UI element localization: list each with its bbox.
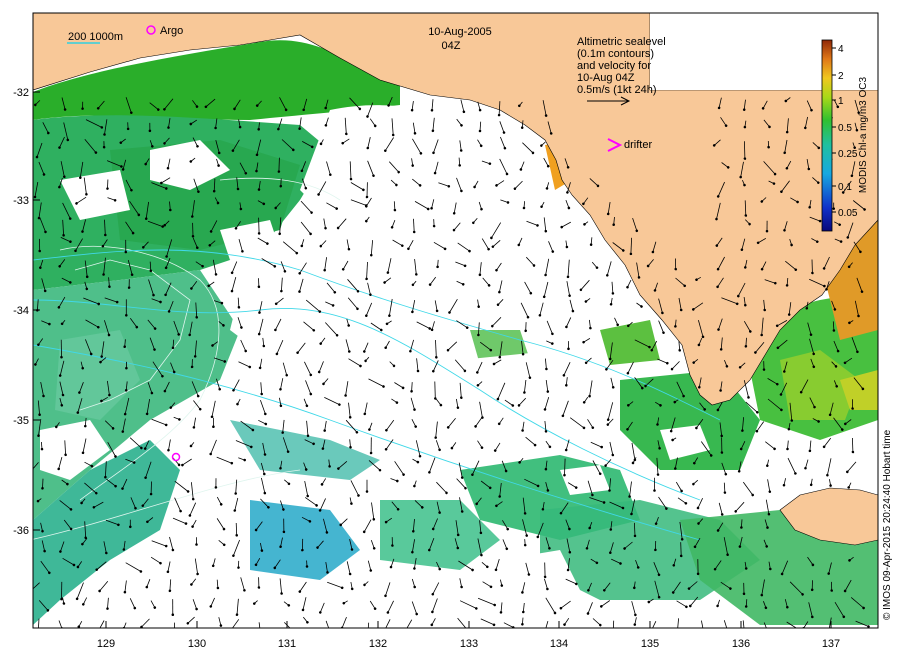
note-line-1: Altimetric sealevel — [577, 36, 666, 48]
map-time: 04Z — [442, 40, 461, 52]
velocity-arrow — [41, 478, 44, 490]
lon-tick-label: 130 — [188, 638, 206, 650]
colorbar-tick-label: 2 — [838, 71, 844, 82]
velocity-arrow — [277, 157, 281, 173]
velocity-arrow — [851, 437, 855, 454]
velocity-arrow — [235, 522, 238, 537]
note-line-4: 10-Aug 04Z — [577, 72, 635, 84]
lon-tick-label: 133 — [460, 638, 478, 650]
lon-tick-label: 136 — [732, 638, 750, 650]
velocity-arrow — [434, 381, 437, 400]
lon-tick-label: 134 — [550, 638, 568, 650]
map-canvas: -32 -33 -34 -35 -36 129 130 131 132 133 134 135 136… — [13, 12, 893, 650]
lon-tick-label: 135 — [641, 638, 659, 650]
colorbar-tick-label: 0.5 — [838, 123, 852, 134]
colorbar-tick-label: 0.1 — [838, 182, 852, 193]
depth-legend-label: 200 1000m — [68, 31, 123, 43]
lon-tick-label: 129 — [97, 638, 115, 650]
lat-tick-label: -33 — [13, 195, 29, 207]
colorbar-tick-label: 4 — [838, 44, 844, 55]
lat-tick-label: -35 — [13, 415, 29, 427]
lat-tick-label: -36 — [13, 525, 29, 537]
lon-tick-label: 137 — [822, 638, 840, 650]
colorbar-tick-label: 1 — [838, 96, 844, 107]
colorbar-tick-label: 0.05 — [838, 208, 858, 219]
map-plot-area — [33, 13, 878, 628]
velocity-arrow — [679, 542, 683, 558]
colorbar-tick-label: 0.25 — [838, 149, 858, 160]
note-line-3: and velocity for — [577, 60, 651, 72]
argo-legend-label: Argo — [160, 25, 183, 37]
colorbar-gradient — [821, 39, 833, 232]
velocity-arrow — [743, 141, 747, 160]
map-date: 10-Aug-2005 — [428, 26, 492, 38]
lon-tick-label: 131 — [278, 638, 296, 650]
lon-tick-label: 132 — [369, 638, 387, 650]
velocity-arrow — [523, 539, 527, 547]
drifter-legend-label: drifter — [624, 139, 652, 151]
credit-text: © IMOS 09-Apr-2015 20:24:40 Hobart time — [882, 429, 893, 620]
colorbar-title: MODIS Chl-a mg/m3 OC3 — [858, 76, 869, 193]
note-line-2: (0.1m contours) — [577, 48, 654, 60]
lat-tick-label: -32 — [13, 87, 29, 99]
lat-tick-label: -34 — [13, 305, 29, 317]
note-line-5: 0.5m/s (1kt 24h) — [577, 84, 656, 96]
velocity-arrow — [257, 217, 261, 235]
map-inset-blank — [650, 13, 878, 90]
